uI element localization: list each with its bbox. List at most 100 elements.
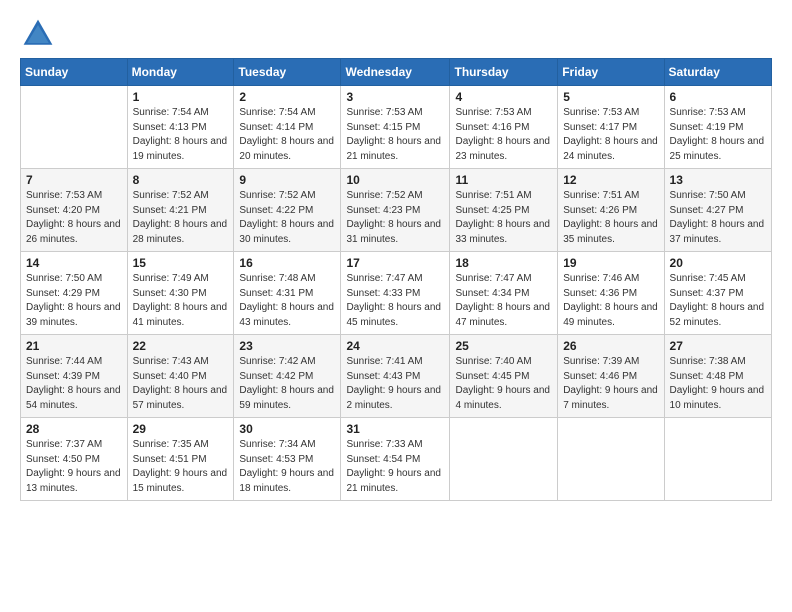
day-cell: 3 Sunrise: 7:53 AMSunset: 4:15 PMDaylight… — [341, 86, 450, 169]
day-cell: 19Sunrise: 7:46 AMSunset: 4:36 PMDayligh… — [558, 252, 664, 335]
day-cell: 24 Sunrise: 7:41 AMSunset: 4:43 PMDayligh… — [341, 335, 450, 418]
day-number: 16 — [239, 256, 335, 270]
day-number: 21 — [26, 339, 122, 353]
day-detail: Sunrise: 7:51 AMSunset: 4:25 PMDaylight:… — [455, 189, 552, 247]
day-number: 13 — [670, 173, 766, 187]
day-cell: 13 Sunrise: 7:50 AMSunset: 4:27 PMDayligh… — [664, 169, 771, 252]
day-detail: Sunrise: 7:43 AMSunset: 4:40 PMDaylight:… — [133, 355, 229, 413]
day-cell: 31 Sunrise: 7:33 AMSunset: 4:54 PMDayligh… — [341, 418, 450, 501]
day-detail: Sunrise: 7:54 AMSunset: 4:14 PMDaylight:… — [239, 106, 335, 164]
day-cell: 12Sunrise: 7:51 AMSunset: 4:26 PMDayligh… — [558, 169, 664, 252]
header-cell-friday: Friday — [558, 59, 664, 86]
day-number: 23 — [239, 339, 335, 353]
week-row-3: 14Sunrise: 7:50 AMSunset: 4:29 PMDayligh… — [21, 252, 772, 335]
day-detail: Sunrise: 7:54 AMSunset: 4:13 PMDaylight:… — [133, 106, 229, 164]
day-cell: 17 Sunrise: 7:47 AMSunset: 4:33 PMDayligh… — [341, 252, 450, 335]
day-number: 29 — [133, 422, 229, 436]
day-detail: Sunrise: 7:38 AMSunset: 4:48 PMDaylight:… — [670, 355, 766, 413]
day-number: 15 — [133, 256, 229, 270]
day-number: 18 — [455, 256, 552, 270]
day-number: 8 — [133, 173, 229, 187]
day-cell — [558, 418, 664, 501]
day-number: 17 — [346, 256, 444, 270]
header-cell-thursday: Thursday — [450, 59, 558, 86]
day-cell: 7 Sunrise: 7:53 AMSunset: 4:20 PMDaylight… — [21, 169, 128, 252]
day-number: 30 — [239, 422, 335, 436]
day-cell: 25 Sunrise: 7:40 AMSunset: 4:45 PMDayligh… — [450, 335, 558, 418]
day-cell: 4 Sunrise: 7:53 AMSunset: 4:16 PMDaylight… — [450, 86, 558, 169]
day-cell: 15 Sunrise: 7:49 AMSunset: 4:30 PMDayligh… — [127, 252, 234, 335]
header-row: SundayMondayTuesdayWednesdayThursdayFrid… — [21, 59, 772, 86]
day-detail: Sunrise: 7:42 AMSunset: 4:42 PMDaylight:… — [239, 355, 335, 413]
day-detail: Sunrise: 7:50 AMSunset: 4:27 PMDaylight:… — [670, 189, 766, 247]
logo-icon — [20, 16, 56, 52]
day-cell: 20 Sunrise: 7:45 AMSunset: 4:37 PMDayligh… — [664, 252, 771, 335]
day-number: 3 — [346, 90, 444, 104]
day-cell: 14Sunrise: 7:50 AMSunset: 4:29 PMDayligh… — [21, 252, 128, 335]
day-cell: 21 Sunrise: 7:44 AMSunset: 4:39 PMDayligh… — [21, 335, 128, 418]
day-detail: Sunrise: 7:47 AMSunset: 4:33 PMDaylight:… — [346, 272, 444, 330]
day-number: 12 — [563, 173, 658, 187]
header-cell-tuesday: Tuesday — [234, 59, 341, 86]
day-number: 11 — [455, 173, 552, 187]
day-detail: Sunrise: 7:33 AMSunset: 4:54 PMDaylight:… — [346, 438, 444, 496]
day-number: 28 — [26, 422, 122, 436]
day-detail: Sunrise: 7:45 AMSunset: 4:37 PMDaylight:… — [670, 272, 766, 330]
day-cell: 5 Sunrise: 7:53 AMSunset: 4:17 PMDaylight… — [558, 86, 664, 169]
day-number: 20 — [670, 256, 766, 270]
day-number: 26 — [563, 339, 658, 353]
calendar-table: SundayMondayTuesdayWednesdayThursdayFrid… — [20, 58, 772, 501]
header — [20, 16, 772, 52]
day-cell: 10Sunrise: 7:52 AMSunset: 4:23 PMDayligh… — [341, 169, 450, 252]
day-detail: Sunrise: 7:46 AMSunset: 4:36 PMDaylight:… — [563, 272, 658, 330]
day-detail: Sunrise: 7:44 AMSunset: 4:39 PMDaylight:… — [26, 355, 122, 413]
week-row-5: 28 Sunrise: 7:37 AMSunset: 4:50 PMDayligh… — [21, 418, 772, 501]
day-detail: Sunrise: 7:48 AMSunset: 4:31 PMDaylight:… — [239, 272, 335, 330]
week-row-1: 1 Sunrise: 7:54 AMSunset: 4:13 PMDaylight… — [21, 86, 772, 169]
day-cell — [664, 418, 771, 501]
day-number: 31 — [346, 422, 444, 436]
day-number: 27 — [670, 339, 766, 353]
day-cell: 2 Sunrise: 7:54 AMSunset: 4:14 PMDaylight… — [234, 86, 341, 169]
day-number: 14 — [26, 256, 122, 270]
week-row-4: 21 Sunrise: 7:44 AMSunset: 4:39 PMDayligh… — [21, 335, 772, 418]
day-detail: Sunrise: 7:53 AMSunset: 4:20 PMDaylight:… — [26, 189, 122, 247]
day-cell: 27 Sunrise: 7:38 AMSunset: 4:48 PMDayligh… — [664, 335, 771, 418]
calendar-header: SundayMondayTuesdayWednesdayThursdayFrid… — [21, 59, 772, 86]
logo — [20, 16, 60, 52]
day-number: 10 — [346, 173, 444, 187]
day-number: 7 — [26, 173, 122, 187]
day-detail: Sunrise: 7:53 AMSunset: 4:17 PMDaylight:… — [563, 106, 658, 164]
day-number: 1 — [133, 90, 229, 104]
day-number: 5 — [563, 90, 658, 104]
day-detail: Sunrise: 7:40 AMSunset: 4:45 PMDaylight:… — [455, 355, 552, 413]
day-detail: Sunrise: 7:41 AMSunset: 4:43 PMDaylight:… — [346, 355, 444, 413]
day-cell: 22Sunrise: 7:43 AMSunset: 4:40 PMDayligh… — [127, 335, 234, 418]
day-cell: 8 Sunrise: 7:52 AMSunset: 4:21 PMDaylight… — [127, 169, 234, 252]
day-detail: Sunrise: 7:52 AMSunset: 4:22 PMDaylight:… — [239, 189, 335, 247]
day-number: 9 — [239, 173, 335, 187]
day-detail: Sunrise: 7:49 AMSunset: 4:30 PMDaylight:… — [133, 272, 229, 330]
day-cell: 28 Sunrise: 7:37 AMSunset: 4:50 PMDayligh… — [21, 418, 128, 501]
day-detail: Sunrise: 7:39 AMSunset: 4:46 PMDaylight:… — [563, 355, 658, 413]
day-detail: Sunrise: 7:52 AMSunset: 4:21 PMDaylight:… — [133, 189, 229, 247]
week-row-2: 7 Sunrise: 7:53 AMSunset: 4:20 PMDaylight… — [21, 169, 772, 252]
day-number: 6 — [670, 90, 766, 104]
day-cell — [450, 418, 558, 501]
day-detail: Sunrise: 7:34 AMSunset: 4:53 PMDaylight:… — [239, 438, 335, 496]
day-detail: Sunrise: 7:53 AMSunset: 4:15 PMDaylight:… — [346, 106, 444, 164]
day-number: 25 — [455, 339, 552, 353]
day-number: 4 — [455, 90, 552, 104]
day-detail: Sunrise: 7:53 AMSunset: 4:19 PMDaylight:… — [670, 106, 766, 164]
day-detail: Sunrise: 7:47 AMSunset: 4:34 PMDaylight:… — [455, 272, 552, 330]
day-number: 24 — [346, 339, 444, 353]
day-number: 2 — [239, 90, 335, 104]
calendar-page: SundayMondayTuesdayWednesdayThursdayFrid… — [0, 0, 792, 612]
day-detail: Sunrise: 7:53 AMSunset: 4:16 PMDaylight:… — [455, 106, 552, 164]
day-cell: 6 Sunrise: 7:53 AMSunset: 4:19 PMDaylight… — [664, 86, 771, 169]
day-cell: 1 Sunrise: 7:54 AMSunset: 4:13 PMDaylight… — [127, 86, 234, 169]
header-cell-monday: Monday — [127, 59, 234, 86]
day-cell: 23 Sunrise: 7:42 AMSunset: 4:42 PMDayligh… — [234, 335, 341, 418]
day-detail: Sunrise: 7:35 AMSunset: 4:51 PMDaylight:… — [133, 438, 229, 496]
day-detail: Sunrise: 7:37 AMSunset: 4:50 PMDaylight:… — [26, 438, 122, 496]
